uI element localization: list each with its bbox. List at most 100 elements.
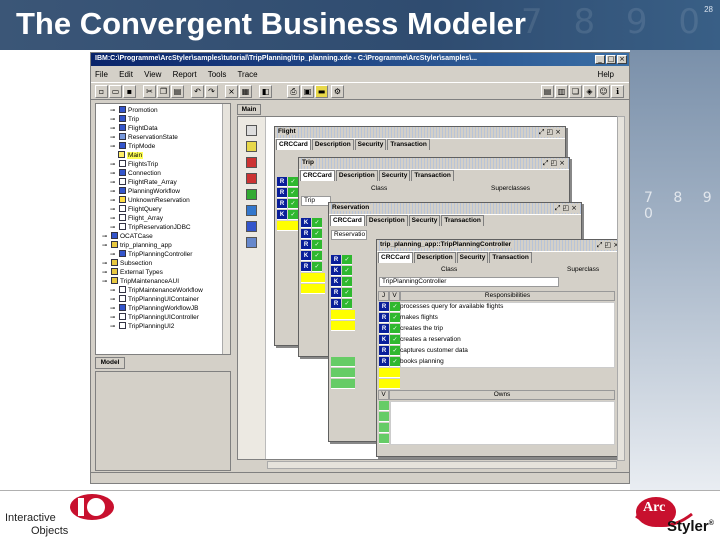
model-tree[interactable]: ⊸ Promotion ⊸ Trip ⊸ FlightData ⊸ Reservatio… <box>95 103 231 355</box>
browse-icon[interactable]: ◧ <box>259 85 272 98</box>
close-icon[interactable]: × <box>617 55 627 64</box>
palette-class-icon[interactable] <box>246 141 257 152</box>
tab-security[interactable]: Security <box>456 252 489 263</box>
tree-item[interactable]: ⊸ TripMaintenanceAUI <box>102 277 179 286</box>
window-controls-icon[interactable]: ⤢◰× <box>538 128 563 137</box>
window-controls-icon[interactable]: ⤢◰× <box>542 159 567 168</box>
tree-item[interactable]: ⊸ Promotion <box>110 106 158 115</box>
class-name-field[interactable]: TripPlanningController <box>379 277 559 287</box>
trip-window-titlebar[interactable]: Trip ⤢◰× <box>299 158 569 169</box>
tree-item[interactable]: ⊸ TripPlanningWorkflowJB <box>110 304 198 313</box>
tree-item[interactable]: ⊸ TripPlanningUIController <box>110 313 199 322</box>
tree-item[interactable]: Main <box>118 151 144 160</box>
open-icon[interactable]: ▭ <box>109 85 122 98</box>
tab-security[interactable]: Security <box>378 170 411 181</box>
tree-item[interactable]: ⊸ Connection <box>110 169 161 178</box>
responsibility-row[interactable]: processes query for available flights <box>400 302 503 312</box>
palette-note-icon[interactable] <box>246 221 257 232</box>
palette-pointer-icon[interactable] <box>246 125 257 136</box>
redo-icon[interactable]: ↷ <box>205 85 218 98</box>
controller-window-titlebar[interactable]: trip_planning_app::TripPlanningControlle… <box>377 240 623 251</box>
j-cell[interactable]: R <box>379 357 389 367</box>
j-cell[interactable]: R <box>379 346 389 356</box>
tree-item[interactable]: ⊸ TripReservationJDBC <box>110 223 191 232</box>
menu-edit[interactable]: Edit <box>119 70 133 79</box>
palette-link-icon[interactable] <box>246 205 257 216</box>
reservation-class-field[interactable]: Reservatio <box>331 230 367 240</box>
user-icon[interactable]: ☺ <box>597 85 610 98</box>
check-icon[interactable]: ✓ <box>390 324 400 334</box>
model-icon[interactable]: ◈ <box>583 85 596 98</box>
trip-class-field[interactable]: Trip <box>301 196 331 206</box>
check-icon[interactable]: ✓ <box>390 357 400 367</box>
j-cell[interactable]: R <box>379 302 389 312</box>
window-list-icon[interactable]: ▤ <box>541 85 554 98</box>
check-icon[interactable]: ✓ <box>390 346 400 356</box>
tab-main[interactable]: Main <box>237 104 261 115</box>
undo-icon[interactable]: ↶ <box>191 85 204 98</box>
tab-security[interactable]: Security <box>408 215 441 226</box>
menu-help[interactable]: Help <box>598 70 614 79</box>
window-controls-icon[interactable]: ⤢◰× <box>554 204 579 213</box>
tab-security[interactable]: Security <box>354 139 387 150</box>
tab-transaction[interactable]: Transaction <box>387 139 430 150</box>
palette-package-icon[interactable] <box>246 237 257 248</box>
cut-icon[interactable]: ✂ <box>143 85 156 98</box>
responsibility-row[interactable]: creates a reservation <box>400 335 461 345</box>
responsibility-row[interactable]: books planning <box>400 357 444 367</box>
menu-file[interactable]: File <box>95 70 108 79</box>
tab-description[interactable]: Description <box>413 252 456 263</box>
tree-scrollbar[interactable] <box>222 104 230 354</box>
minimize-icon[interactable]: _ <box>595 55 605 64</box>
tree-item[interactable]: ⊸ TripPlanningUIContainer <box>110 295 199 304</box>
folder-icon[interactable]: ▬ <box>315 85 328 98</box>
new-icon[interactable]: ▫ <box>95 85 108 98</box>
cascade-icon[interactable]: ❏ <box>569 85 582 98</box>
monitor-icon[interactable]: ▣ <box>301 85 314 98</box>
j-cell[interactable]: R <box>379 313 389 323</box>
tree-item[interactable]: ⊸ FlightData <box>110 124 158 133</box>
tab-transaction[interactable]: Transaction <box>489 252 532 263</box>
settings-icon[interactable]: ⚙ <box>331 85 344 98</box>
tab-transaction[interactable]: Transaction <box>441 215 484 226</box>
properties-icon[interactable]: ▦ <box>239 85 252 98</box>
palette-usecase-icon[interactable] <box>246 173 257 184</box>
tree-item[interactable]: ⊸ Flight_Array <box>110 214 163 223</box>
print-icon[interactable]: ⎙ <box>287 85 300 98</box>
responsibility-row[interactable]: creates the trip <box>400 324 443 334</box>
menu-tools[interactable]: Tools <box>208 70 227 79</box>
tile-icon[interactable]: ▥ <box>555 85 568 98</box>
tree-item[interactable]: ⊸ OCATCase <box>102 232 153 241</box>
controller-window[interactable]: trip_planning_app::TripPlanningControlle… <box>376 239 624 457</box>
check-icon[interactable]: ✓ <box>390 335 400 345</box>
tree-item[interactable]: ⊸ External Types <box>102 268 163 277</box>
diagram-area[interactable]: Flight ⤢◰× CRCCard Description Security Tran… <box>237 116 625 460</box>
tree-item[interactable]: ⊸ FlightsTrip <box>110 160 158 169</box>
tab-crccard[interactable]: CRCCard <box>378 252 413 263</box>
window-titlebar[interactable]: IBM:C:\Programme\ArcStyler\samples\tutor… <box>91 53 629 66</box>
tab-description[interactable]: Description <box>311 139 354 150</box>
j-cell[interactable]: R <box>379 324 389 334</box>
check-icon[interactable]: ✓ <box>390 313 400 323</box>
menu-report[interactable]: Report <box>173 70 197 79</box>
maximize-icon[interactable]: □ <box>606 55 616 64</box>
palette-state-icon[interactable] <box>246 189 257 200</box>
tab-transaction[interactable]: Transaction <box>411 170 454 181</box>
flight-window-titlebar[interactable]: Flight ⤢◰× <box>275 127 565 138</box>
save-icon[interactable]: ▪ <box>123 85 136 98</box>
diagram-horizontal-scrollbar[interactable] <box>267 461 617 469</box>
tree-item[interactable]: ⊸ UnknownReservation <box>110 196 190 205</box>
tree-item[interactable]: ⊸ TripPlanningController <box>110 250 192 259</box>
tab-crccard[interactable]: CRCCard <box>276 139 311 150</box>
tree-item[interactable]: ⊸ TripMaintenanceWorkflow <box>110 286 203 295</box>
tree-item[interactable]: ⊸ Trip <box>110 115 139 124</box>
tab-crccard[interactable]: CRCCard <box>330 215 365 226</box>
tab-description[interactable]: Description <box>335 170 378 181</box>
delete-icon[interactable]: × <box>225 85 238 98</box>
tree-item[interactable]: ⊸ PlanningWorkflow <box>110 187 180 196</box>
check-icon[interactable]: ✓ <box>390 302 400 312</box>
responsibility-row[interactable]: captures customer data <box>400 346 468 356</box>
tree-item[interactable]: ⊸ FlightRate_Array <box>110 178 177 187</box>
tree-item[interactable]: ⊸ TripMode <box>110 142 155 151</box>
tree-item[interactable]: ⊸ Subsection <box>102 259 152 268</box>
